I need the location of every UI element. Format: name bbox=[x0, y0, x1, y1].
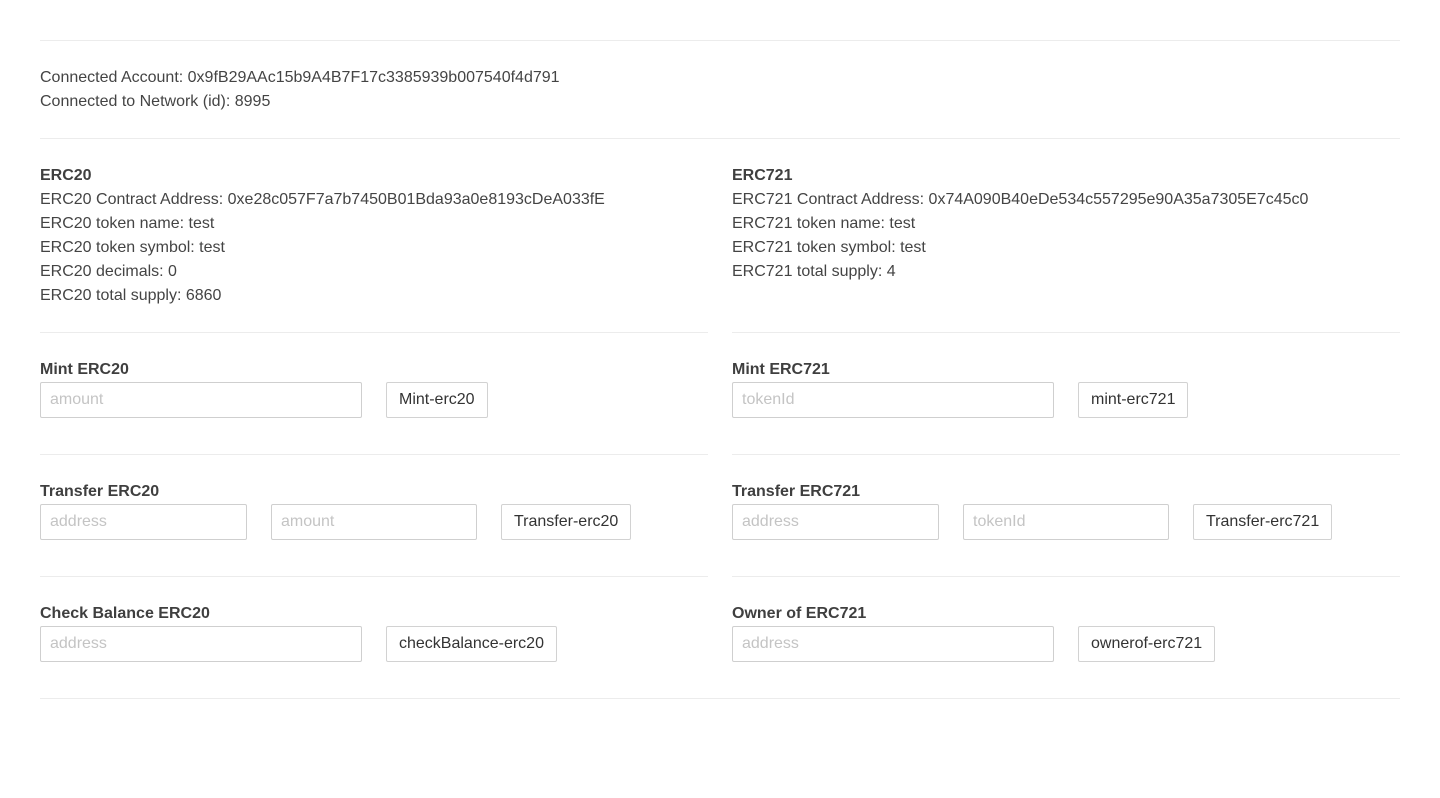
erc20-title: ERC20 bbox=[40, 167, 92, 184]
erc20-contract-address: ERC20 Contract Address: 0xe28c057F7a7b74… bbox=[40, 191, 605, 208]
check-balance-erc20-title: Check Balance ERC20 bbox=[40, 605, 210, 622]
transfer-erc20-title: Transfer ERC20 bbox=[40, 483, 160, 500]
divider bbox=[40, 332, 708, 333]
transfer-erc721-address-input[interactable] bbox=[732, 504, 939, 540]
page: Connected Account: 0x9fB29AAc15b9A4B7F17… bbox=[0, 0, 1440, 798]
divider bbox=[40, 138, 1400, 139]
erc721-total-supply: ERC721 total supply: 4 bbox=[732, 263, 896, 280]
transfer-erc20-address-input[interactable] bbox=[40, 504, 247, 540]
divider bbox=[732, 454, 1400, 455]
erc721-token-symbol: ERC721 token symbol: test bbox=[732, 239, 926, 256]
divider bbox=[732, 332, 1400, 333]
transfer-erc721-title: Transfer ERC721 bbox=[732, 483, 861, 500]
connected-account: Connected Account: 0x9fB29AAc15b9A4B7F17… bbox=[40, 69, 560, 86]
owner-of-erc721-title: Owner of ERC721 bbox=[732, 605, 867, 622]
divider bbox=[732, 576, 1400, 577]
mint-erc20-amount-input[interactable] bbox=[40, 382, 362, 418]
owner-of-erc721-address-input[interactable] bbox=[732, 626, 1054, 662]
erc721-title: ERC721 bbox=[732, 167, 793, 184]
mint-erc20-button[interactable]: Mint-erc20 bbox=[386, 382, 488, 418]
check-balance-erc20-button[interactable]: checkBalance-erc20 bbox=[386, 626, 557, 662]
mint-erc721-tokenid-input[interactable] bbox=[732, 382, 1054, 418]
divider bbox=[40, 454, 708, 455]
connected-network: Connected to Network (id): 8995 bbox=[40, 93, 271, 110]
erc721-contract-address: ERC721 Contract Address: 0x74A090B40eDe5… bbox=[732, 191, 1309, 208]
erc20-token-name: ERC20 token name: test bbox=[40, 215, 215, 232]
erc20-total-supply: ERC20 total supply: 6860 bbox=[40, 287, 222, 304]
mint-erc721-title: Mint ERC721 bbox=[732, 361, 830, 378]
check-balance-erc20-address-input[interactable] bbox=[40, 626, 362, 662]
erc20-token-symbol: ERC20 token symbol: test bbox=[40, 239, 225, 256]
divider bbox=[40, 576, 708, 577]
divider bbox=[40, 698, 1400, 699]
transfer-erc20-button[interactable]: Transfer-erc20 bbox=[501, 504, 632, 540]
erc721-token-name: ERC721 token name: test bbox=[732, 215, 916, 232]
divider bbox=[40, 40, 1400, 41]
transfer-erc20-amount-input[interactable] bbox=[271, 504, 477, 540]
transfer-erc721-button[interactable]: Transfer-erc721 bbox=[1193, 504, 1333, 540]
owner-of-erc721-button[interactable]: ownerof-erc721 bbox=[1078, 626, 1216, 662]
mint-erc721-button[interactable]: mint-erc721 bbox=[1078, 382, 1189, 418]
erc20-decimals: ERC20 decimals: 0 bbox=[40, 263, 177, 280]
transfer-erc721-tokenid-input[interactable] bbox=[963, 504, 1169, 540]
mint-erc20-title: Mint ERC20 bbox=[40, 361, 129, 378]
